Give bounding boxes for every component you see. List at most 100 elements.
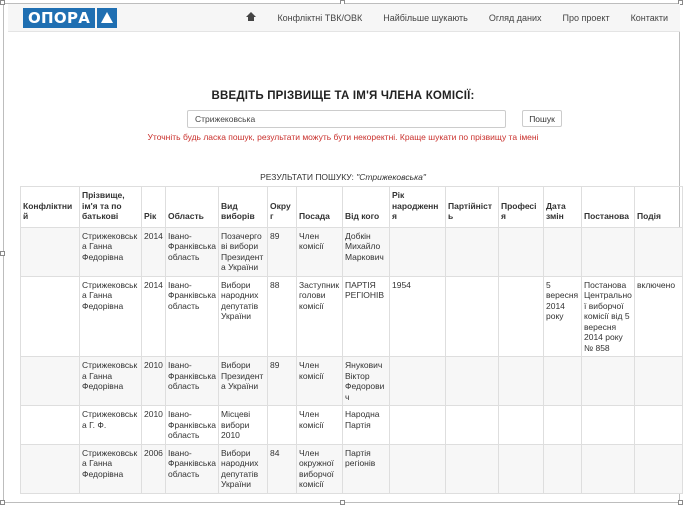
table-cell: Заступник голови комісії — [296, 275, 343, 357]
resize-handle-middle-left — [0, 251, 5, 256]
table-cell: Член комісії — [296, 226, 343, 277]
table-cell — [634, 443, 683, 494]
resize-handle-bottom-right — [678, 500, 683, 505]
table-cell — [543, 226, 582, 277]
table-cell — [267, 405, 297, 445]
nav-most-searched-link[interactable]: Найбільше шукають — [383, 13, 468, 23]
table-cell — [389, 443, 446, 494]
table-cell — [634, 405, 683, 445]
table-cell — [498, 275, 544, 357]
table-cell — [445, 226, 499, 277]
table-cell — [445, 443, 499, 494]
table-cell — [20, 226, 80, 277]
nav-home-link[interactable] — [246, 12, 257, 24]
search-button[interactable]: Пошук — [522, 110, 562, 127]
table-cell: Народна Партія — [342, 405, 390, 445]
table-row: Стрижековська Ганна Федорівна 2014 Івано… — [20, 275, 683, 357]
table-cell: 2014 — [141, 226, 166, 277]
table-cell — [389, 405, 446, 445]
table-cell: Член комісії — [296, 356, 343, 406]
table-cell — [445, 405, 499, 445]
nav-contacts-link[interactable]: Контакти — [631, 13, 668, 23]
table-cell — [445, 356, 499, 406]
table-cell — [389, 356, 446, 406]
table-cell: Член комісії — [296, 405, 343, 445]
table-cell — [20, 275, 80, 357]
column-header[interactable]: Рік народження — [389, 186, 446, 228]
column-header[interactable]: Вид виборів — [218, 186, 268, 228]
table-cell: 2010 — [141, 405, 166, 445]
table-cell: Івано-Франківська область — [165, 405, 219, 445]
table-cell: Партія регіонів — [342, 443, 390, 494]
column-header[interactable]: Посада — [296, 186, 343, 228]
table-cell — [543, 356, 582, 406]
table-row: Стрижековська Г. Ф. 2010 Івано-Франківсь… — [20, 405, 683, 445]
table-cell — [634, 226, 683, 277]
table-row: Стрижековська Ганна Федорівна 2014 Івано… — [20, 226, 683, 277]
resize-handle-bottom-left — [0, 500, 5, 505]
table-cell: 2014 — [141, 275, 166, 357]
results-table: Конфліктний Прізвище, ім'я та по батьков… — [20, 186, 683, 494]
table-cell: Місцеві вибори 2010 — [218, 405, 268, 445]
table-row: Стрижековська Ганна Федорівна 2010 Івано… — [20, 356, 683, 406]
column-header[interactable]: Постанова — [581, 186, 635, 228]
opora-logo[interactable]: ОПОРА — [23, 8, 118, 28]
table-cell — [498, 405, 544, 445]
table-row: Стрижековська Ганна Федорівна 2006 Івано… — [20, 443, 683, 494]
results-caption: РЕЗУЛЬТАТИ ПОШУКУ: "Стрижековська" — [0, 172, 686, 182]
table-cell: 84 — [267, 443, 297, 494]
table-cell — [389, 226, 446, 277]
table-cell — [498, 443, 544, 494]
table-cell — [581, 226, 635, 277]
table-header-row: Конфліктний Прізвище, ім'я та по батьков… — [20, 186, 683, 228]
column-header[interactable]: Прізвище, ім'я та по батькові — [79, 186, 142, 228]
table-cell: ПАРТІЯ РЕГІОНІВ — [342, 275, 390, 357]
column-header[interactable]: Область — [165, 186, 219, 228]
table-cell: Івано-Франківська область — [165, 275, 219, 357]
table-cell: Добкін Михайло Маркович — [342, 226, 390, 277]
resize-handle-bottom-center — [340, 500, 345, 505]
search-input[interactable] — [187, 110, 506, 128]
column-header[interactable]: Рік — [141, 186, 166, 228]
table-cell: Вибори народних депутатів України — [218, 443, 268, 494]
column-header[interactable]: Партійність — [445, 186, 499, 228]
table-cell — [581, 443, 635, 494]
nav-data-overview-link[interactable]: Огляд даних — [489, 13, 542, 23]
table-cell — [498, 356, 544, 406]
table-cell: Стрижековська Ганна Федорівна — [79, 226, 142, 277]
table-cell: Вибори Президента України — [218, 356, 268, 406]
resize-handle-top-left — [0, 0, 5, 5]
table-cell: 2010 — [141, 356, 166, 406]
column-header[interactable]: Конфліктний — [20, 186, 80, 228]
table-cell: Івано-Франківська область — [165, 356, 219, 406]
table-cell: Позачергові вибори Президента України — [218, 226, 268, 277]
column-header[interactable]: Дата змін — [543, 186, 582, 228]
table-cell — [581, 405, 635, 445]
table-cell: 2006 — [141, 443, 166, 494]
table-cell — [581, 356, 635, 406]
table-cell: Постанова Центральної виборчої комісії в… — [581, 275, 635, 357]
table-cell: Стрижековська Г. Ф. — [79, 405, 142, 445]
table-cell — [20, 405, 80, 445]
table-cell — [634, 356, 683, 406]
table-cell: 1954 — [389, 275, 446, 357]
column-header[interactable]: Професія — [498, 186, 544, 228]
results-caption-label: РЕЗУЛЬТАТИ ПОШУКУ: — [260, 172, 357, 182]
nav-about-link[interactable]: Про проект — [563, 13, 610, 23]
table-cell: Вибори народних депутатів України — [218, 275, 268, 357]
main-nav: Конфліктні ТВК/ОВК Найбільше шукають Огл… — [225, 4, 668, 32]
logo-triangle-icon — [97, 8, 118, 28]
column-header[interactable]: Подія — [634, 186, 683, 228]
nav-conflict-commissions-link[interactable]: Конфліктні ТВК/ОВК — [277, 13, 362, 23]
table-cell: Стрижековська Ганна Федорівна — [79, 275, 142, 357]
table-cell — [20, 443, 80, 494]
table-cell — [543, 405, 582, 445]
column-header[interactable]: Від кого — [342, 186, 390, 228]
table-cell — [498, 226, 544, 277]
table-cell: 89 — [267, 226, 297, 277]
table-cell — [543, 443, 582, 494]
table-cell: Член окружної виборчої комісії — [296, 443, 343, 494]
table-cell: Стрижековська Ганна Федорівна — [79, 443, 142, 494]
table-cell — [20, 356, 80, 406]
column-header[interactable]: Округ — [267, 186, 297, 228]
